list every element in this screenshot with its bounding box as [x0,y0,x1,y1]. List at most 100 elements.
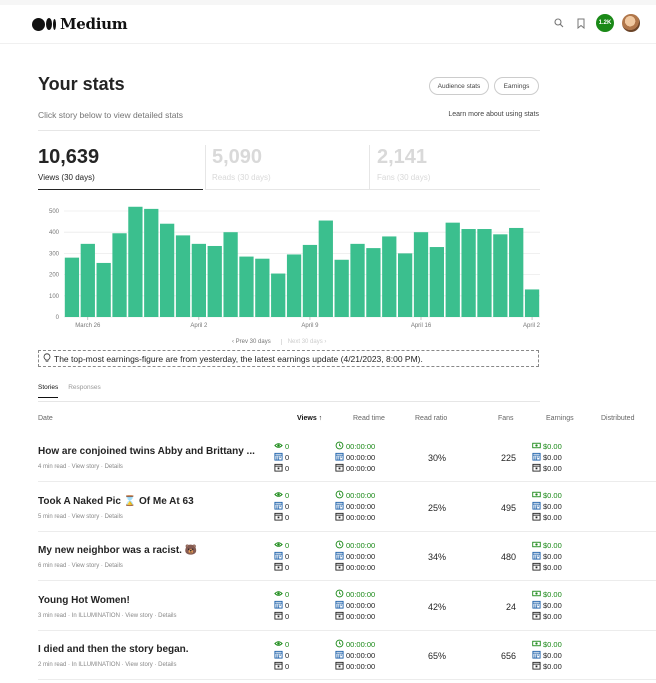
story-title[interactable]: Young Hot Women! [38,595,130,606]
read-time-cell-value: 00:00:00 [346,452,376,462]
story-meta[interactable]: 5 min read · View story · Details [38,514,123,520]
chart-bar[interactable] [128,206,143,317]
views-cell: 000 [274,491,289,523]
chart-bar[interactable] [271,273,286,317]
chart-bar[interactable] [144,208,159,317]
chart-bar[interactable] [509,227,524,317]
y-tick-label: 100 [49,294,60,300]
medium-logo[interactable]: Medium [32,15,128,33]
earnings-cell: $0.00 $0.00 $0.00 [532,590,562,622]
table-row[interactable]: I died and then the story began. 2 min re… [38,631,656,681]
metric-fans[interactable]: 2,141 Fans (30 days) [377,146,430,182]
chart-bar[interactable] [334,259,349,317]
eye-icon [274,540,283,551]
metric-views[interactable]: 10,639 Views (30 days) [38,146,99,182]
story-title[interactable]: How are conjoined twins Abby and Brittan… [38,446,255,457]
read-ratio-cell: 34% [428,552,447,562]
chart-bar[interactable] [239,256,254,317]
audience-stats-button[interactable]: Audience stats [429,77,489,95]
chart-bar[interactable] [350,243,365,317]
chart-bar[interactable] [429,247,444,317]
calendar-icon [335,650,344,661]
read-time-cell-value: 00:00:00 [346,491,376,500]
notice-text: The top-most earnings-figure are from ye… [54,353,423,364]
table-row[interactable]: How are conjoined twins Abby and Brittan… [38,433,656,483]
notification-badge[interactable]: 1.2K [596,14,614,32]
views-cell-value: 0 [285,463,290,473]
chart-bar[interactable] [96,262,111,317]
table-row[interactable]: Young Hot Women! 3 min read · In ILLUMINA… [38,582,656,632]
chart-bar[interactable] [493,234,508,317]
chart-bar[interactable] [286,254,302,317]
story-meta[interactable]: 4 min read · View story · Details [38,464,123,470]
chart-bar[interactable] [80,243,95,317]
table-row[interactable]: Took A Naked Pic ⌛ Of Me At 63 5 min read… [38,483,656,533]
chart-bar[interactable] [318,220,333,317]
views-cell-value: 0 [285,601,290,610]
story-title[interactable]: Took A Naked Pic ⌛ Of Me At 63 [38,496,194,507]
chart-bar[interactable] [366,248,381,317]
chart-bar[interactable] [398,253,413,317]
views-cell-value: 0 [285,513,290,522]
chart-bar[interactable] [64,257,80,317]
story-title[interactable]: I died and then the story began. [38,644,189,655]
earnings-cell-value: $0.00 [543,650,562,660]
col-header-distributed: Distributed [601,415,635,422]
calendar-day-icon [274,562,283,573]
logo-text: Medium [60,15,128,33]
chart-bar[interactable] [191,243,206,317]
cash-icon [532,639,541,650]
read-time-cell: 00:00:00 00:00:00 00:00:00 [335,441,375,473]
views-cell-value: 0 [285,452,290,462]
next-30-days-button[interactable]: Next 30 days › [280,339,326,345]
read-ratio-cell: 42% [428,601,447,612]
chart-bar[interactable] [175,235,191,317]
fans-cell: 24 [505,601,516,612]
chart-bar[interactable] [461,229,476,317]
earnings-button[interactable]: Earnings [494,77,539,95]
calendar-day-icon [532,661,541,672]
earnings-cell-line: $0.00 [532,491,562,501]
story-meta[interactable]: 3 min read · In ILLUMINATION · View stor… [38,613,176,619]
read-time-cell-line: 00:00:00 [335,551,375,561]
chart-pager: ‹ Prev 30 days Next 30 days › [232,339,326,345]
chart-bar[interactable] [160,223,175,317]
earnings-cell-line: $0.00 [532,600,562,611]
col-header-views[interactable]: Views ↑ [297,415,322,422]
tab-stories[interactable]: Stories [38,384,59,398]
prev-30-days-button[interactable]: ‹ Prev 30 days [232,339,271,345]
chart-bar[interactable] [477,229,492,317]
col-header-fans: Fans [498,415,514,422]
avatar[interactable] [622,14,640,32]
table-row[interactable]: My new neighbor was a racist. 🐻 6 min rea… [38,532,656,582]
earnings-cell-line: $0.00 [532,463,562,473]
chart-bar[interactable] [223,232,238,317]
chart-bar[interactable] [445,222,460,317]
chart-bar[interactable] [255,258,270,317]
views-cell: 000 [274,441,289,473]
read-time-cell-line: 00:00:00 [335,490,376,501]
chart-bar[interactable] [413,232,429,317]
search-icon[interactable] [552,16,566,30]
chart-bar[interactable] [207,245,222,317]
clock-icon [335,589,344,600]
story-title[interactable]: My new neighbor was a racist. 🐻 [38,545,197,556]
story-meta[interactable]: 2 min read · In ILLUMINATION · View stor… [38,662,176,668]
earnings-cell-value: $0.00 [543,639,562,649]
metric-underline-active [38,189,203,190]
earnings-cell-line: $0.00 [532,661,562,671]
earnings-cell-value: $0.00 [543,463,562,473]
chart-bar[interactable] [112,233,127,317]
chart-bar[interactable] [382,236,397,317]
learn-more-link[interactable]: Learn more about using stats [448,111,539,118]
chart-bar[interactable] [524,289,540,317]
story-meta[interactable]: 6 min read · View story · Details [38,563,123,569]
read-time-cell-line: 00:00:00 [335,562,375,572]
chart-bar[interactable] [302,244,318,317]
metric-reads[interactable]: 5,090 Reads (30 days) [212,146,271,182]
views-cell-value: 0 [285,650,290,660]
bookmark-icon[interactable] [574,16,588,30]
views-cell-value: 0 [285,639,290,649]
tab-responses[interactable]: Responses [68,384,101,398]
calendar-icon [274,452,283,463]
